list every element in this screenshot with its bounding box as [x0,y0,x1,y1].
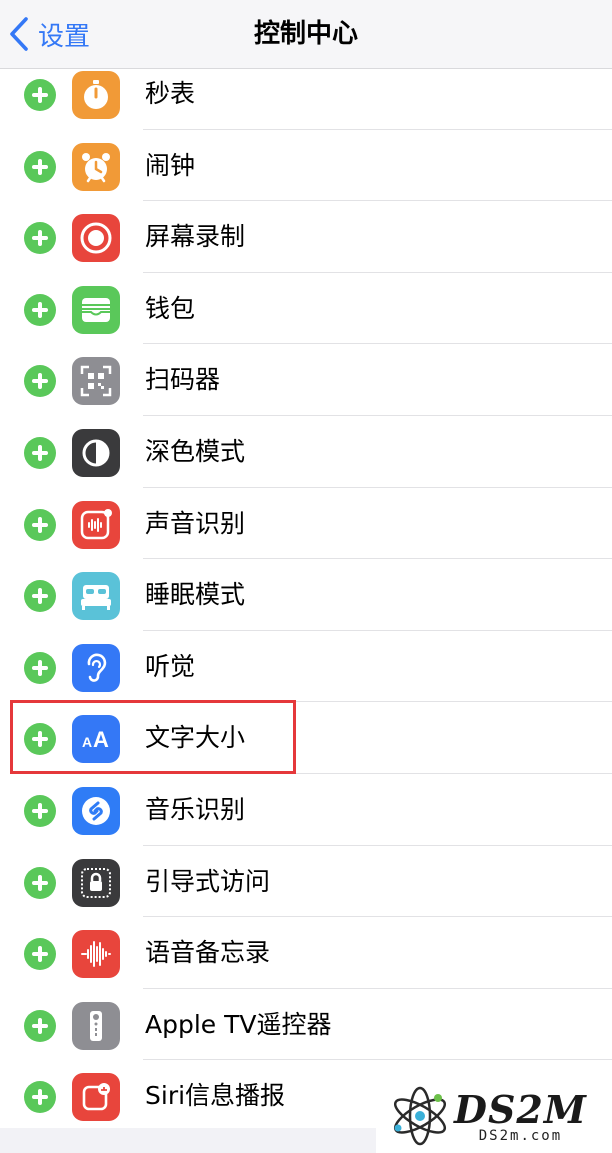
list-item-sleep-mode: 睡眠模式 [0,559,612,631]
list-item-label: 闹钟 [145,150,196,180]
watermark-url: DS2m.com [478,1128,563,1144]
watermark: DS2M DS2m.com [376,1078,612,1153]
add-wallet-button[interactable] [24,293,56,326]
add-voice-memos-button[interactable] [24,938,56,971]
watermark-brand: DS2M [454,1087,587,1132]
alarm-clock-icon [72,142,120,191]
list-item-label: 语音备忘录 [145,938,271,968]
add-stopwatch-button[interactable] [24,79,56,111]
list-item-alarm: 闹钟 [0,130,612,202]
list-item-label: 音乐识别 [145,794,246,824]
list-item-label: 屏幕录制 [145,222,246,252]
list-item-guided-access: 引导式访问 [0,846,612,918]
list-item-label: Siri信息播报 [145,1081,286,1111]
list-item-label: 引导式访问 [145,866,271,896]
screen-record-icon [72,214,120,263]
qr-scanner-icon [72,357,120,406]
list-item-music-recognition: 音乐识别 [0,774,612,846]
lock-icon [72,858,120,907]
shazam-icon [72,786,120,835]
list-item-label: 深色模式 [145,436,246,466]
list-item-sound-recognition: 声音识别 [0,488,612,560]
add-guided-access-button[interactable] [24,866,56,899]
wallet-icon [72,285,120,334]
sound-recognition-icon [72,500,120,549]
list-item-apple-tv-remote: Apple TV遥控器 [0,989,612,1061]
siri-announce-icon [72,1073,120,1122]
list-item-dark-mode: 深色模式 [0,416,612,488]
list-item-label: 睡眠模式 [145,580,246,610]
more-controls-list: 秒表 闹钟 屏幕录制 钱包 扫码器 深色模式 声音识别 睡眠模式 听觉 A A … [0,58,612,1132]
list-item-label: 声音识别 [145,508,246,538]
voice-memo-icon [72,930,120,979]
ear-icon [72,643,120,692]
list-item-code-scanner: 扫码器 [0,344,612,416]
add-hearing-button[interactable] [24,651,56,684]
add-sleep-mode-button[interactable] [24,580,56,613]
list-item-screen-recording: 屏幕录制 [0,201,612,273]
list-item-hearing: 听觉 [0,631,612,703]
add-music-recognition-button[interactable] [24,794,56,827]
add-sound-recognition-button[interactable] [24,508,56,541]
list-item-stopwatch: 秒表 [0,58,612,130]
list-item-label: 秒表 [145,79,196,108]
stopwatch-icon [72,71,120,119]
add-screen-recording-button[interactable] [24,222,56,255]
list-item-wallet: 钱包 [0,273,612,345]
add-apple-tv-remote-button[interactable] [24,1009,56,1042]
page-title: 控制中心 [253,19,358,49]
list-item-voice-memos: 语音备忘录 [0,917,612,989]
list-item-label: 扫码器 [145,365,221,395]
add-code-scanner-button[interactable] [24,365,56,398]
list-item-label: 听觉 [145,651,196,681]
add-announce-messages-button[interactable] [24,1081,56,1114]
tv-remote-icon [72,1001,120,1050]
add-dark-mode-button[interactable] [24,436,56,469]
dark-mode-icon [72,428,120,477]
atom-logo-icon [393,1086,447,1145]
list-item-label: Apple TV遥控器 [145,1009,332,1039]
bed-icon [72,572,120,621]
list-item-label: 钱包 [145,293,196,323]
highlight-box [10,700,296,774]
add-alarm-button[interactable] [24,150,56,183]
